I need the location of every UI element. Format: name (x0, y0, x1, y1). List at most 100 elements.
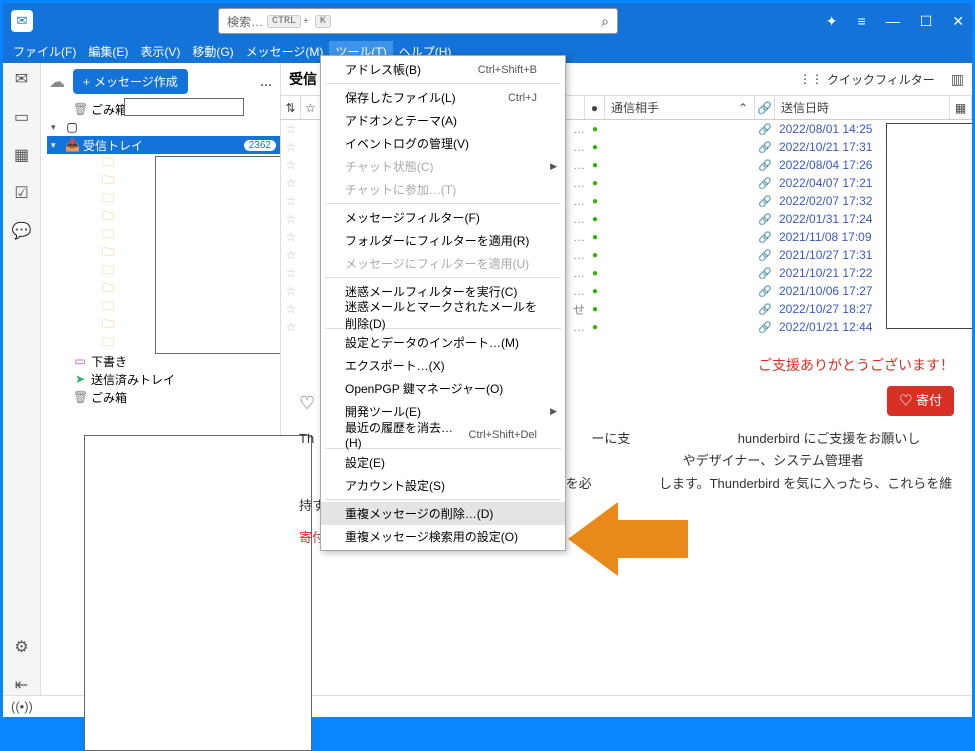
menu-item: メッセージにフィルターを適用(U) (321, 252, 565, 275)
star-icon[interactable]: ☆ (281, 176, 301, 190)
folder-row[interactable]: ➤送信済みトレイ (47, 370, 280, 388)
attachment-icon: 🔗 (755, 285, 775, 298)
quick-filter-button[interactable]: ⋮⋮ クイックフィルター (799, 71, 935, 88)
read-dot-icon[interactable]: ● (585, 124, 605, 135)
col-correspondent[interactable]: 通信相手 ⌃ (605, 96, 755, 119)
menu-item: チャットに参加…(T) (321, 178, 565, 201)
folder-row[interactable]: ▭下書き (47, 352, 280, 370)
get-messages-icon[interactable]: ☁ (49, 72, 65, 92)
rail-settings-icon[interactable]: ⚙ (14, 637, 28, 657)
attachment-icon: 🔗 (755, 159, 775, 172)
menu-item[interactable]: 迷惑メールとマークされたメールを削除(D) (321, 303, 565, 326)
attachment-icon: 🔗 (755, 141, 775, 154)
menu-item[interactable]: イベントログの管理(V) (321, 132, 565, 155)
redaction-box (84, 435, 312, 751)
star-icon[interactable]: ☆ (281, 248, 301, 262)
online-icon[interactable]: ((•)) (11, 699, 33, 714)
star-icon[interactable]: ☆ (281, 230, 301, 244)
attachment-icon: 🔗 (755, 321, 775, 334)
compose-button[interactable]: + メッセージ作成 (73, 69, 188, 94)
rail-addressbook-icon[interactable]: ▭ (14, 107, 29, 127)
sent-icon: ➤ (73, 372, 87, 386)
menu-item[interactable]: 最近の履歴を消去…(H)Ctrl+Shift+Del (321, 423, 565, 446)
menu-1[interactable]: 編集(E) (82, 41, 134, 62)
menu-item[interactable]: 設定とデータのインポート…(M) (321, 331, 565, 354)
read-dot-icon[interactable]: ● (585, 214, 605, 225)
rail-mail-icon[interactable]: ✉ (15, 69, 28, 89)
menu-0[interactable]: ファイル(F) (7, 41, 82, 62)
read-dot-icon[interactable]: ● (585, 160, 605, 171)
chevron-down-icon: ▾ (51, 122, 61, 133)
read-dot-icon[interactable]: ● (585, 232, 605, 243)
menu-separator (325, 83, 561, 84)
menu-shortcut: Ctrl+J (508, 92, 537, 104)
global-search-input[interactable]: 検索… CTRL + K ⌕ (218, 8, 618, 34)
folder-row[interactable]: ▾📥受信トレイ2362 (47, 136, 280, 154)
read-dot-icon[interactable]: ● (585, 304, 605, 315)
star-icon[interactable]: ☆ (281, 302, 301, 316)
menu-item[interactable]: 重複メッセージの削除…(D) (321, 502, 565, 525)
read-dot-icon[interactable]: ● (585, 322, 605, 333)
menu-item[interactable]: メッセージフィルター(F) (321, 206, 565, 229)
menu-item-label: イベントログの管理(V) (345, 135, 469, 152)
read-dot-icon[interactable]: ● (585, 286, 605, 297)
menu-shortcut: Ctrl+Shift+Del (469, 429, 537, 441)
folder-sidebar: ☁ + メッセージ作成 … 🗑ごみ箱▾▢▾📥受信トレイ2362🗀462🗀🗀58🗀… (41, 63, 281, 695)
display-options-icon[interactable]: ▥ (951, 71, 964, 88)
left-rail: ✉ ▭ ▦ ☑ 💬 ⚙ ⇤ (3, 63, 41, 695)
menu-item[interactable]: 設定(E) (321, 451, 565, 474)
rail-chat-icon[interactable]: 💬 (12, 221, 32, 241)
col-date[interactable]: 送信日時 (775, 96, 950, 119)
menu-item-label: 重複メッセージ検索用の設定(O) (345, 528, 518, 545)
hamburger-icon[interactable]: ≡ (858, 13, 866, 29)
attachment-icon: 🔗 (755, 123, 775, 136)
kbd-plus: + (303, 16, 309, 27)
col-picker-icon[interactable]: ▦ (950, 96, 972, 119)
search-placeholder: 検索… (227, 13, 263, 30)
star-icon[interactable]: ☆ (281, 212, 301, 226)
star-icon[interactable]: ☆ (281, 122, 301, 136)
read-dot-icon[interactable]: ● (585, 142, 605, 153)
menu-item[interactable]: アカウント設定(S) (321, 474, 565, 497)
rail-collapse-icon[interactable]: ⇤ (15, 675, 28, 695)
read-dot-icon[interactable]: ● (585, 268, 605, 279)
close-icon[interactable]: ✕ (952, 13, 964, 30)
maximize-icon[interactable]: ☐ (920, 13, 933, 30)
folder-row[interactable]: ▾▢ (47, 118, 280, 136)
trash-icon: 🗑 (73, 390, 87, 404)
star-icon[interactable]: ☆ (281, 266, 301, 280)
sidebar-more-icon[interactable]: … (260, 75, 272, 89)
menu-item[interactable]: OpenPGP 鍵マネージャー(O) (321, 377, 565, 400)
col-attachment-icon[interactable]: 🔗 (755, 96, 775, 119)
rail-calendar-icon[interactable]: ▦ (14, 145, 29, 165)
folder-row[interactable]: 🗑ごみ箱 (47, 388, 280, 406)
star-icon[interactable]: ☆ (281, 284, 301, 298)
menu-item[interactable]: エクスポート…(X) (321, 354, 565, 377)
submenu-arrow-icon: ▶ (550, 406, 557, 417)
menu-item[interactable]: フォルダーにフィルターを適用(R) (321, 229, 565, 252)
col-correspondent-label: 通信相手 (611, 99, 659, 116)
donate-button[interactable]: ♡ 寄付 (887, 386, 954, 416)
read-dot-icon[interactable]: ● (585, 196, 605, 207)
menu-3[interactable]: 移動(G) (186, 41, 239, 62)
menu-4[interactable]: メッセージ(M) (240, 41, 330, 62)
menu-item-label: 迷惑メールとマークされたメールを削除(D) (345, 298, 537, 332)
redaction-box (155, 156, 280, 354)
menu-2[interactable]: 表示(V) (134, 41, 186, 62)
rail-tasks-icon[interactable]: ☑ (14, 183, 28, 203)
star-icon[interactable]: ☆ (281, 140, 301, 154)
addons-icon[interactable]: ✦ (826, 13, 838, 30)
menu-item[interactable]: アドオンとテーマ(A) (321, 109, 565, 132)
star-icon[interactable]: ☆ (281, 158, 301, 172)
star-icon[interactable]: ☆ (281, 194, 301, 208)
read-dot-icon[interactable]: ● (585, 250, 605, 261)
menu-item[interactable]: アドレス帳(B)Ctrl+Shift+B (321, 58, 565, 81)
star-icon[interactable]: ☆ (281, 320, 301, 334)
menu-item[interactable]: 重複メッセージ検索用の設定(O) (321, 525, 565, 548)
minimize-icon[interactable]: — (886, 13, 900, 29)
menu-item[interactable]: 保存したファイル(L)Ctrl+J (321, 86, 565, 109)
read-dot-icon[interactable]: ● (585, 178, 605, 189)
col-star-icon[interactable]: ☆ (301, 96, 321, 119)
col-thread-icon[interactable]: ⇅ (281, 96, 301, 119)
col-read-icon[interactable]: ● (585, 96, 605, 119)
